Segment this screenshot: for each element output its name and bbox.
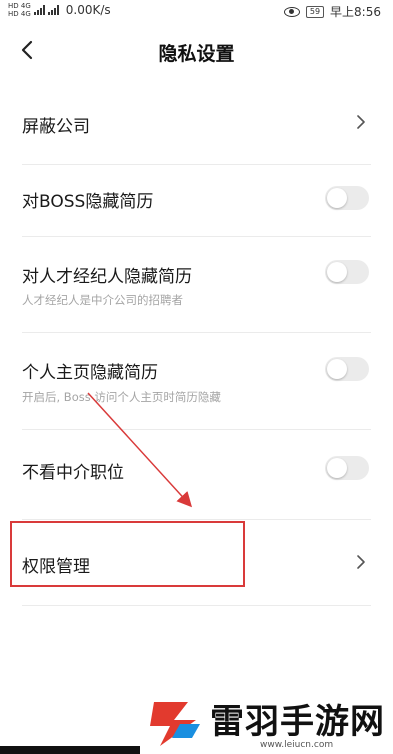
settings-item-hide-homepage: 个人主页隐藏简历 开启后, Boss 访问个人主页时简历隐藏	[22, 333, 371, 430]
settings-item-label: 屏蔽公司	[22, 117, 90, 137]
settings-item-description: 人才经纪人是中介公司的招聘者	[22, 293, 183, 307]
settings-item-hide-agency-jobs: 不看中介职位	[22, 430, 371, 520]
chevron-right-icon	[357, 115, 365, 129]
annotation-highlight-box	[10, 521, 245, 587]
watermark-url: www.leiucn.com	[260, 740, 334, 750]
page-title: 隐私设置	[158, 43, 235, 65]
status-bar: HD 4G HD 4G 0.00K/s 59 早上8:56	[0, 0, 393, 22]
settings-item-label: 对人才经纪人隐藏简历	[22, 267, 192, 287]
settings-item-hide-from-boss: 对BOSS隐藏简历	[22, 165, 371, 237]
signal-icon	[47, 5, 59, 15]
hide-homepage-toggle[interactable]	[325, 357, 369, 381]
bottom-edge	[0, 746, 140, 754]
network-type-1: HD 4G	[8, 2, 31, 10]
hd-icon: HD 4G HD 4G	[8, 2, 31, 18]
settings-item-hide-from-agent: 对人才经纪人隐藏简历 人才经纪人是中介公司的招聘者	[22, 237, 371, 333]
clock: 早上8:56	[330, 5, 381, 19]
network-speed: 0.00K/s	[65, 3, 111, 17]
settings-item-label: 不看中介职位	[22, 463, 124, 483]
hide-from-boss-toggle[interactable]	[325, 186, 369, 210]
watermark-logo-icon	[150, 702, 200, 746]
status-right: 59 早上8:56	[283, 3, 381, 20]
status-left: HD 4G HD 4G 0.00K/s	[8, 2, 111, 18]
settings-item-label: 对BOSS隐藏简历	[22, 192, 154, 212]
settings-item-block-company[interactable]: 屏蔽公司	[22, 84, 371, 165]
network-type-2: HD 4G	[8, 10, 31, 18]
nav-bar: 隐私设置	[0, 26, 393, 76]
settings-item-label: 个人主页隐藏简历	[22, 363, 158, 383]
hide-agency-jobs-toggle[interactable]	[325, 456, 369, 480]
settings-item-description: 开启后, Boss 访问个人主页时简历隐藏	[22, 390, 221, 404]
watermark: 雷羽手游网 www.leiucn.com	[140, 690, 393, 754]
battery-icon: 59	[305, 5, 325, 18]
eye-icon	[283, 6, 300, 17]
signal-icon	[33, 5, 45, 15]
chevron-right-icon	[357, 555, 365, 569]
watermark-text: 雷羽手游网	[210, 702, 385, 742]
hide-from-agent-toggle[interactable]	[325, 260, 369, 284]
